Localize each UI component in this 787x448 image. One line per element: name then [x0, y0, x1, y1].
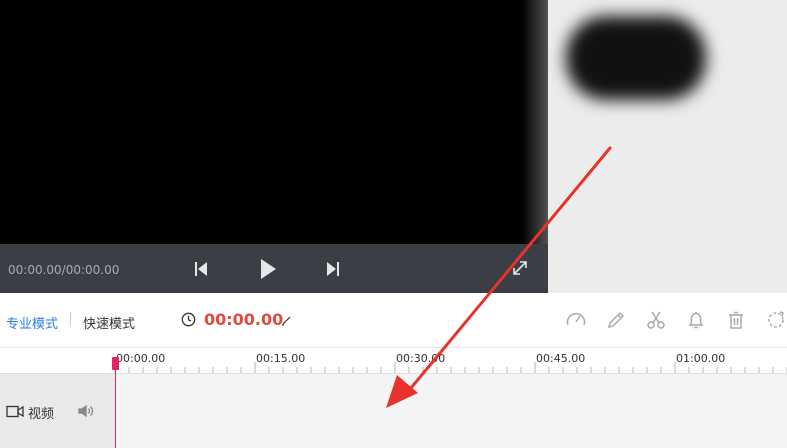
refresh-icon — [768, 311, 784, 328]
mode-quick-tab[interactable]: 快速模式 — [83, 313, 135, 332]
video-track-header: 视频 — [0, 374, 115, 448]
scissors-icon — [647, 311, 665, 329]
ruler-label: 00:30.00 — [396, 352, 446, 365]
player-controls: 00:00.00/00:00.00 — [0, 244, 548, 293]
ruler-label: 00:45.00 — [536, 352, 586, 365]
play-icon — [261, 259, 276, 279]
mode-separator — [70, 312, 71, 326]
skip-back-icon — [195, 262, 207, 276]
edit-button[interactable] — [604, 308, 628, 332]
refresh-button[interactable] — [764, 308, 787, 332]
play-button[interactable] — [257, 258, 279, 280]
playhead-handle[interactable] — [112, 357, 119, 370]
skip-forward-icon — [327, 262, 339, 276]
ruler-label: 01:00.00 — [676, 352, 726, 365]
next-button[interactable] — [324, 258, 342, 280]
video-track-label: 视频 — [28, 407, 55, 422]
blurred-shape — [566, 16, 706, 100]
video-track-area[interactable] — [115, 374, 787, 448]
blurred-side-area — [548, 0, 787, 293]
ruler-label: 00:15.00 — [256, 352, 306, 365]
current-timecode: 00:00.00 — [204, 310, 284, 329]
marker-button[interactable] — [684, 308, 708, 332]
delete-button[interactable] — [724, 308, 748, 332]
mode-pro-tab[interactable]: 专业模式 — [6, 313, 58, 332]
speed-gauge-icon — [566, 312, 586, 326]
pencil-icon — [607, 311, 625, 329]
trash-icon — [729, 311, 743, 329]
ruler-label: 00:00.00 — [116, 352, 166, 365]
video-preview — [0, 0, 548, 244]
split-button[interactable] — [644, 308, 668, 332]
edit-toolbar: 专业模式 快速模式 00:00.00 — [0, 293, 787, 348]
preview-edge — [522, 0, 548, 244]
pencil-small-icon[interactable] — [281, 315, 292, 326]
fullscreen-button[interactable] — [509, 257, 531, 279]
playhead-line — [115, 360, 116, 448]
speaker-icon[interactable] — [78, 404, 94, 418]
speed-button[interactable] — [564, 308, 588, 332]
clock-icon — [181, 312, 196, 327]
prev-button[interactable] — [192, 258, 210, 280]
fullscreen-icon — [513, 261, 527, 275]
playback-time-readout: 00:00.00/00:00.00 — [8, 263, 120, 277]
video-camera-icon — [6, 405, 24, 418]
bell-icon — [688, 312, 704, 329]
